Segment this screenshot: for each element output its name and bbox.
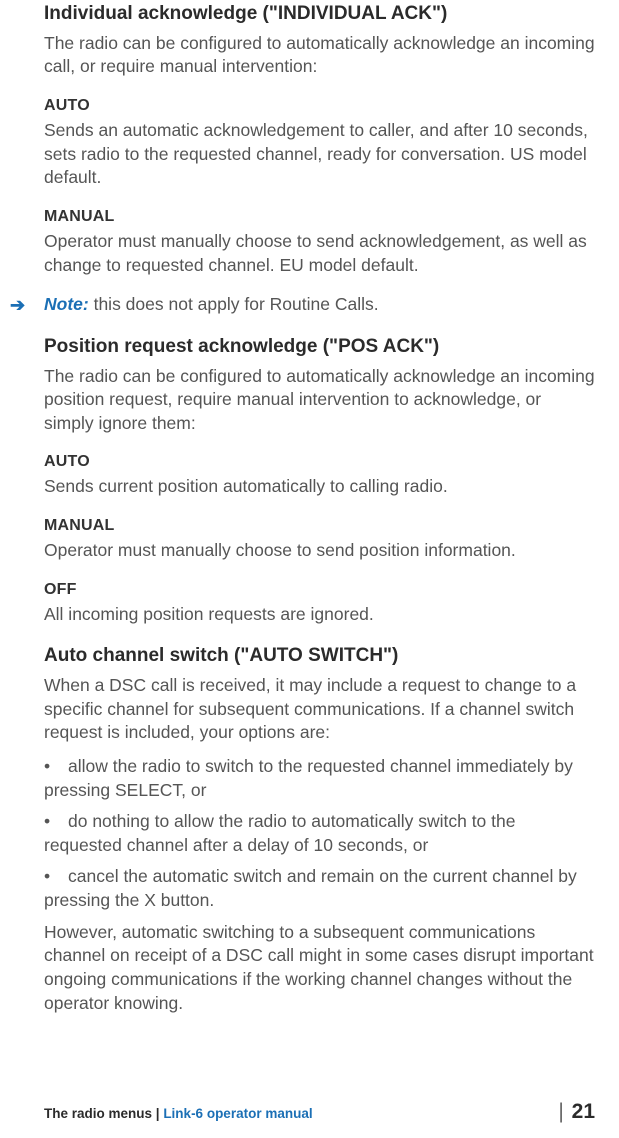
bullet-text: do nothing to allow the radio to automat… [44,811,515,855]
footer-manual-name: Link-6 operator manual [163,1106,312,1121]
intro-individual-ack: The radio can be configured to automatic… [44,32,595,79]
footer-right: | 21 [558,1100,595,1124]
intro-auto-switch: When a DSC call is received, it may incl… [44,674,595,745]
bullet-dot-icon: • [44,755,68,779]
heading-auto-switch: Auto channel switch ("AUTO SWITCH") [44,644,595,668]
bullet-dot-icon: • [44,865,68,889]
subheading-pos-manual: MANUAL [44,517,595,535]
heading-individual-ack: Individual acknowledge ("INDIVIDUAL ACK"… [44,2,595,26]
bullet-item: •allow the radio to switch to the reques… [44,755,595,802]
manual-page: Individual acknowledge ("INDIVIDUAL ACK"… [0,0,619,1138]
text-pos-auto: Sends current position automatically to … [44,475,595,499]
note-body: this does not apply for Routine Calls. [89,294,379,314]
arrow-icon: ➔ [10,295,25,316]
footer-page-number: 21 [572,1100,595,1123]
text-individual-manual: Operator must manually choose to send ac… [44,230,595,277]
text-individual-auto: Sends an automatic acknowledgement to ca… [44,119,595,190]
bullet-dot-icon: • [44,810,68,834]
subheading-pos-off: OFF [44,581,595,599]
note-text: Note: this does not apply for Routine Ca… [44,293,595,317]
heading-pos-ack: Position request acknowledge ("POS ACK") [44,335,595,359]
bullet-text: allow the radio to switch to the request… [44,756,573,800]
text-pos-off: All incoming position requests are ignor… [44,603,595,627]
page-footer: The radio menus | Link-6 operator manual… [44,1100,595,1124]
intro-pos-ack: The radio can be configured to automatic… [44,365,595,436]
footer-left: The radio menus | Link-6 operator manual [44,1106,313,1121]
outro-auto-switch: However, automatic switching to a subseq… [44,921,595,1016]
subheading-pos-auto: AUTO [44,453,595,471]
subheading-manual: MANUAL [44,208,595,226]
bullet-text: cancel the automatic switch and remain o… [44,866,577,910]
text-pos-manual: Operator must manually choose to send po… [44,539,595,563]
footer-chapter: The radio menus | [44,1106,163,1121]
note-label: Note: [44,294,89,314]
bullet-item: •cancel the automatic switch and remain … [44,865,595,912]
note-row: ➔ Note: this does not apply for Routine … [44,293,595,317]
footer-page-prefix: | [558,1100,569,1123]
page-content: Individual acknowledge ("INDIVIDUAL ACK"… [44,0,595,1015]
subheading-auto: AUTO [44,97,595,115]
bullet-item: •do nothing to allow the radio to automa… [44,810,595,857]
